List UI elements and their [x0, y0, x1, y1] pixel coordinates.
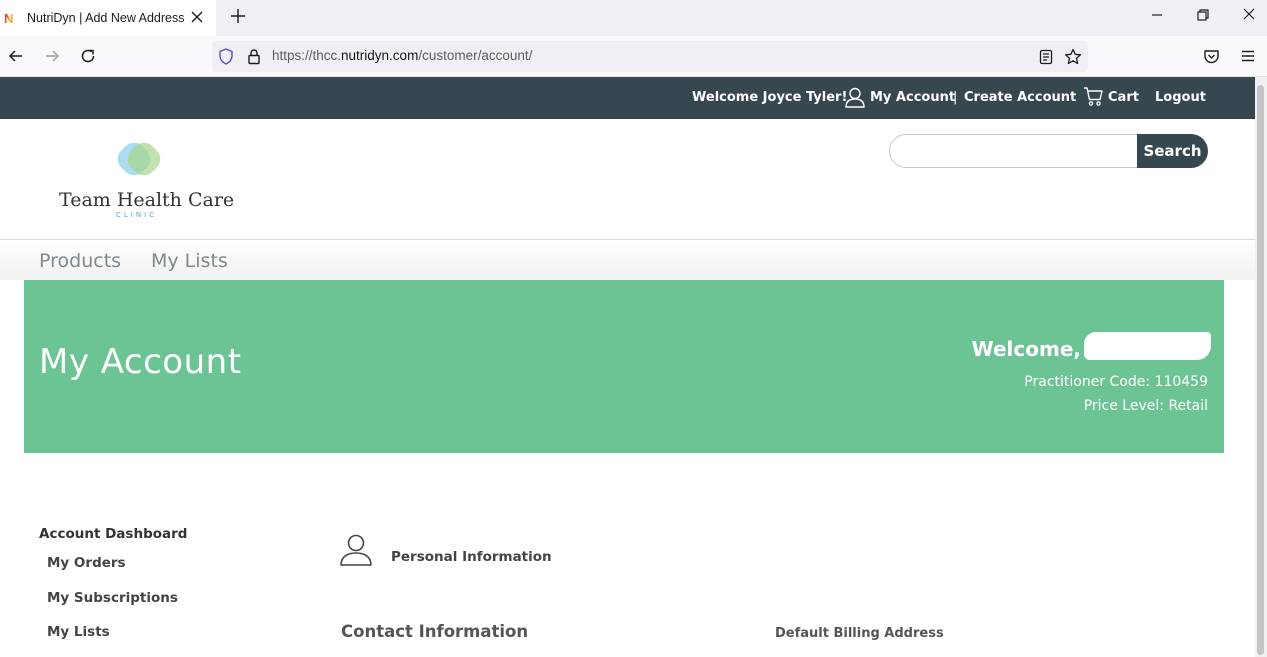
- page-scrollbar[interactable]: [1255, 77, 1267, 657]
- sidebar-item-my-orders[interactable]: My Orders: [47, 555, 126, 571]
- banner-welcome: Welcome,: [971, 337, 1081, 361]
- menu-my-lists[interactable]: My Lists: [151, 250, 228, 272]
- tab-title: NutriDyn | Add New Address: [27, 11, 185, 25]
- browser-nav-bar: https://thcc.nutridyn.com/customer/accou…: [0, 36, 1267, 77]
- url-text[interactable]: https://thcc.nutridyn.com/customer/accou…: [272, 48, 532, 63]
- logout-link[interactable]: Logout: [1155, 90, 1206, 105]
- clinic-name: Team Health Care: [59, 189, 235, 211]
- practitioner-code: Practitioner Code: 110459: [1024, 374, 1208, 390]
- top-bar-separator: |: [953, 90, 958, 105]
- contact-information-heading: Contact Information: [341, 622, 529, 641]
- sidebar-item-my-lists[interactable]: My Lists: [47, 624, 110, 640]
- close-tab-icon[interactable]: [188, 8, 206, 26]
- practitioner-label: Practitioner Code:: [1024, 374, 1155, 390]
- minimize-window-icon[interactable]: [1146, 5, 1168, 25]
- close-window-icon[interactable]: [1238, 5, 1260, 25]
- price-level-label: Price Level:: [1083, 398, 1169, 414]
- url-domain: nutridyn.com: [341, 48, 419, 63]
- url-prefix: https://thcc.: [272, 48, 342, 63]
- main-menu: Products My Lists: [0, 240, 1255, 280]
- welcome-message: Welcome Joyce Tyler!: [692, 90, 848, 105]
- pocket-icon[interactable]: [1203, 48, 1220, 65]
- practitioner-code-value: 110459: [1154, 374, 1208, 390]
- clinic-logo-icon[interactable]: [115, 136, 163, 182]
- search-button[interactable]: Search: [1137, 134, 1208, 168]
- hamburger-menu-icon[interactable]: [1240, 48, 1256, 64]
- new-tab-icon[interactable]: [228, 6, 248, 26]
- lock-icon[interactable]: [246, 48, 262, 65]
- back-arrow-icon[interactable]: [6, 46, 26, 66]
- menu-products[interactable]: Products: [39, 250, 121, 272]
- bookmark-star-icon[interactable]: [1064, 48, 1082, 66]
- site-top-bar: Welcome Joyce Tyler! My Account | Create…: [0, 77, 1255, 119]
- account-banner: My Account Welcome, Practitioner Code: 1…: [24, 280, 1224, 453]
- price-level: Price Level: Retail: [1084, 398, 1208, 414]
- page-title: My Account: [39, 342, 242, 382]
- personal-information-heading: Personal Information: [391, 549, 552, 565]
- price-level-value: Retail: [1168, 398, 1208, 414]
- default-billing-heading: Default Billing Address: [775, 626, 944, 641]
- reader-view-icon[interactable]: [1038, 49, 1054, 65]
- tracking-shield-icon[interactable]: [218, 48, 234, 65]
- redacted-name: [1084, 332, 1211, 360]
- cart-link[interactable]: Cart: [1108, 90, 1139, 105]
- scrollbar-thumb[interactable]: [1257, 85, 1264, 655]
- restore-window-icon[interactable]: [1192, 5, 1214, 25]
- clinic-subtitle: CLINIC: [116, 211, 158, 219]
- nutridyn-favicon-icon: N: [4, 12, 17, 25]
- address-bar[interactable]: https://thcc.nutridyn.com/customer/accou…: [212, 41, 1088, 72]
- sidebar-item-my-subscriptions[interactable]: My Subscriptions: [47, 590, 178, 606]
- cart-icon[interactable]: [1083, 86, 1104, 107]
- search-input[interactable]: [889, 134, 1141, 168]
- browser-tab[interactable]: N NutriDyn | Add New Address: [0, 0, 216, 36]
- sidebar-title[interactable]: Account Dashboard: [39, 526, 187, 542]
- url-path: /customer/account/: [418, 48, 533, 63]
- forward-arrow-icon[interactable]: [42, 46, 62, 66]
- user-icon[interactable]: [844, 86, 866, 108]
- reload-icon[interactable]: [78, 46, 98, 66]
- person-icon: [340, 534, 372, 566]
- browser-tab-bar: N NutriDyn | Add New Address: [0, 0, 1267, 36]
- my-account-link[interactable]: My Account: [870, 90, 955, 105]
- site-header: Team Health Care CLINIC Search: [0, 119, 1255, 240]
- create-account-link[interactable]: Create Account: [964, 90, 1076, 105]
